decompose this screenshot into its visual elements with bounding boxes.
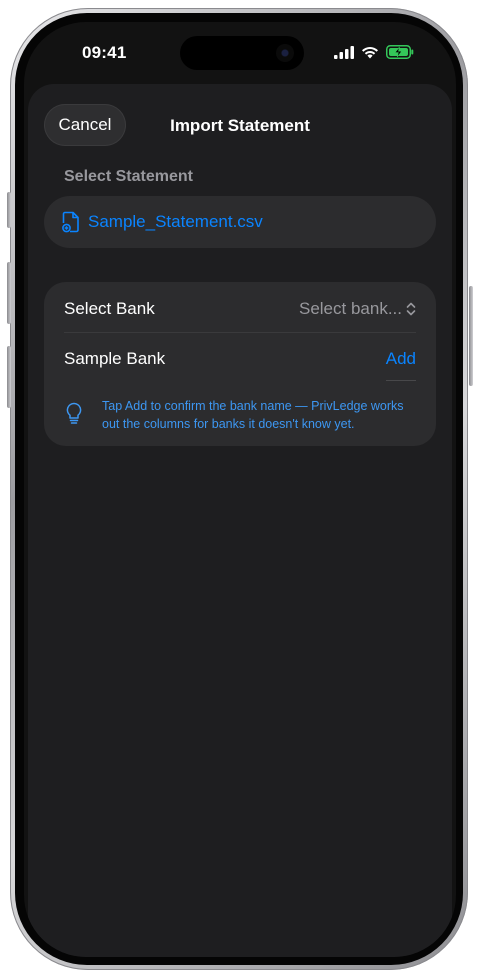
volume-down-button — [7, 346, 11, 408]
select-statement-header: Select Statement — [64, 168, 193, 185]
bank-picker[interactable]: Select bank... — [299, 299, 416, 319]
document-icon — [62, 211, 79, 233]
lightbulb-icon — [66, 402, 82, 424]
bank-hint-text: Tap Add to confirm the bank name — PrivL… — [102, 399, 404, 431]
camera-icon — [276, 44, 294, 62]
battery-charging-icon — [386, 45, 414, 59]
add-divider — [386, 380, 416, 381]
suggested-bank-name: Sample Bank — [64, 349, 166, 368]
selected-file-row[interactable]: Sample_Statement.csv — [44, 196, 436, 248]
volume-up-button — [7, 262, 11, 324]
bank-picker-value: Select bank... — [298, 299, 402, 318]
sheet-title: Import Statement — [170, 116, 310, 135]
wifi-icon — [362, 46, 378, 58]
selected-file-name: Sample_Statement.csv — [88, 212, 263, 231]
screen: 09:41 Cancel Import Statement Select Sta… — [24, 22, 456, 957]
signal-icon — [334, 45, 354, 59]
status-indicators — [334, 45, 414, 59]
chevron-up-down-icon — [406, 302, 416, 316]
import-sheet: Cancel Import Statement Select Statement… — [28, 84, 452, 957]
power-button — [469, 286, 473, 386]
action-button — [7, 192, 11, 228]
row-divider — [64, 332, 416, 333]
bank-card: Select Bank Select bank... Sample Bank A… — [44, 282, 436, 446]
select-bank-label: Select Bank — [64, 299, 155, 318]
add-bank-button[interactable]: Add — [386, 349, 416, 369]
status-time: 09:41 — [82, 43, 127, 62]
